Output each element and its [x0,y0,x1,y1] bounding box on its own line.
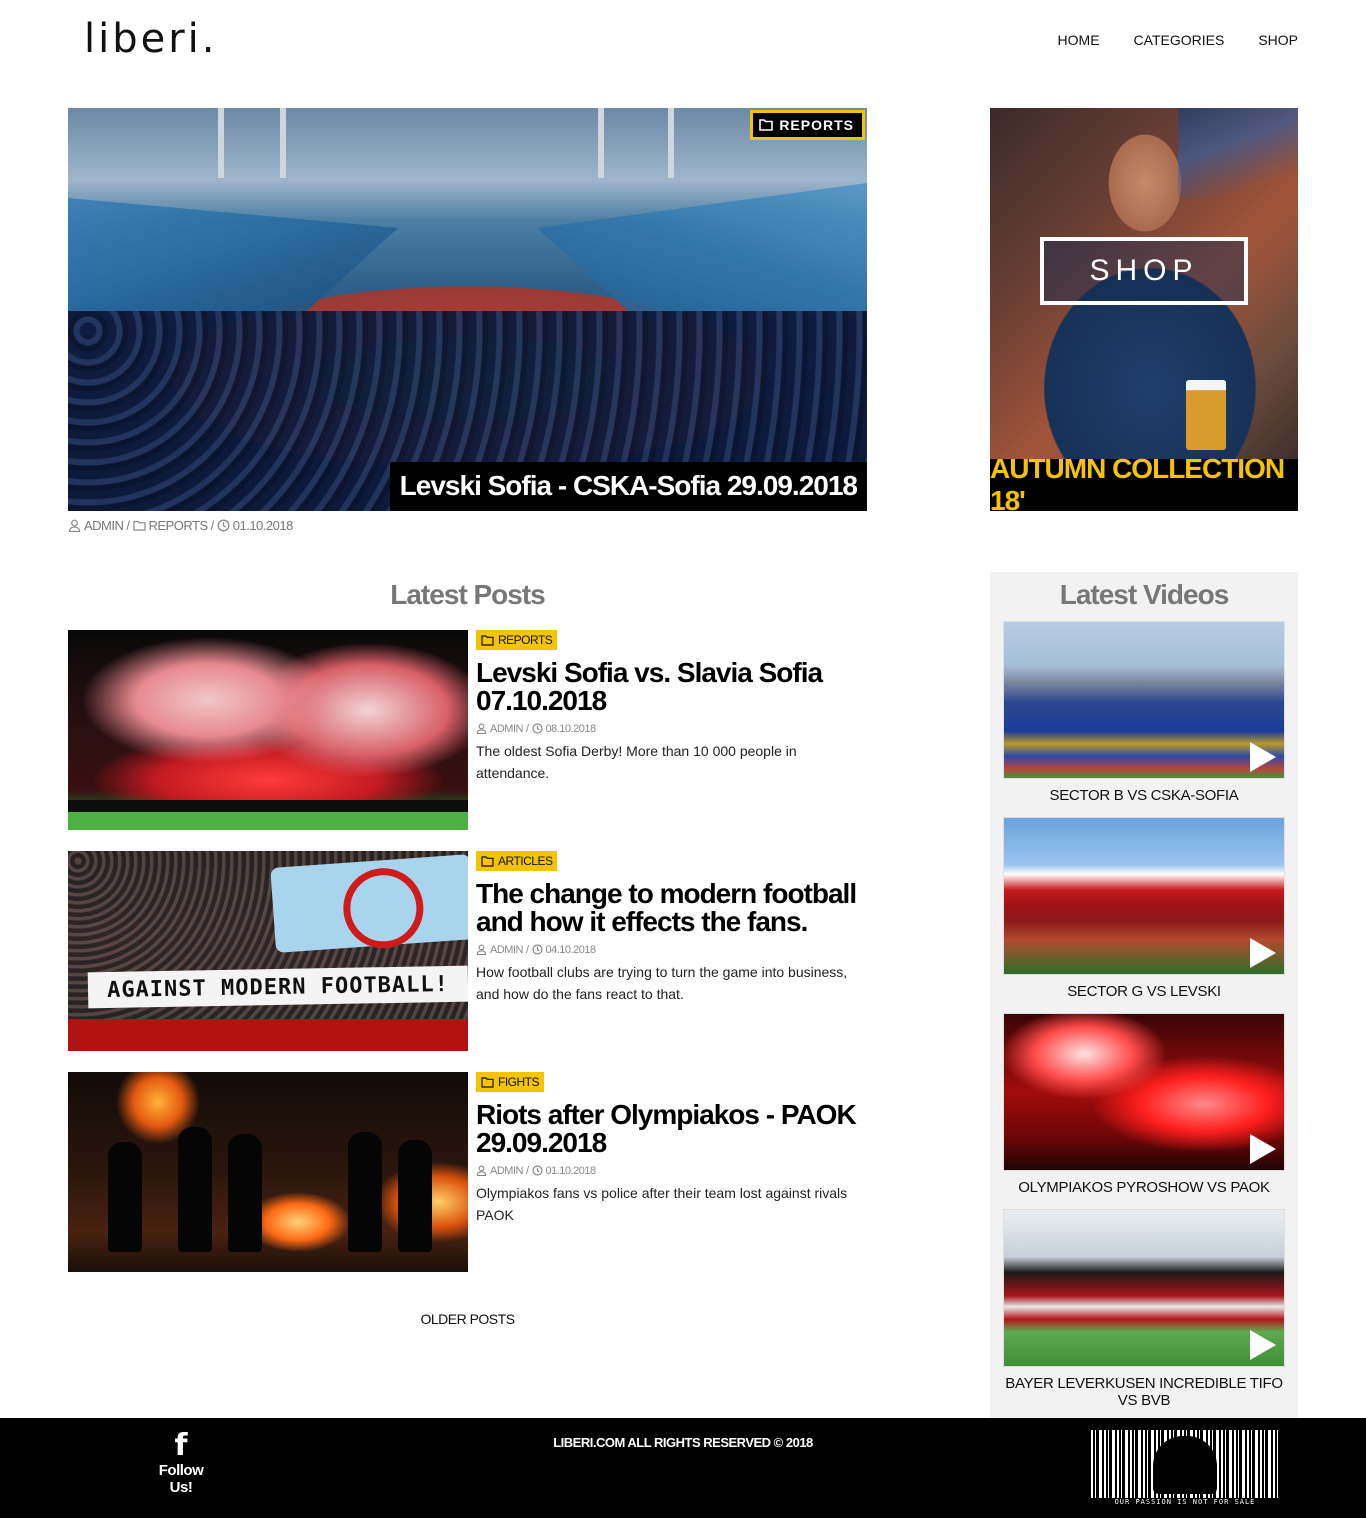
post-excerpt: The oldest Sofia Derby! More than 10 000… [476,742,797,781]
stadium-stand-right [537,183,867,318]
post-category-badge[interactable]: FIGHTS [476,1072,544,1092]
post-meta: ADMIN / 01.10.2018 [476,1165,866,1177]
user-icon [476,723,487,734]
latest-videos-heading: Latest Videos [1059,579,1230,610]
video-thumbnail[interactable] [1003,817,1285,975]
red-banner [68,1019,468,1051]
folder-icon [481,1076,494,1088]
post-category-label: FIGHTS [498,1075,540,1089]
advertising-board [68,800,468,812]
featured-post-title[interactable]: Levski Sofia - CSKA-Sofia 29.09.2018 [389,462,867,511]
riot-police-figure [108,1142,142,1252]
video-item: SECTOR G VS LEVSKI [1003,817,1285,1000]
post-card: FIGHTS Riots after Olympiakos - PAOK 29.… [68,1072,867,1272]
featured-category-label: REPORTS [779,117,854,133]
folder-icon [481,634,494,646]
floodlight-tower [280,108,286,178]
follow-us-label[interactable]: Follow Us! [150,1462,212,1496]
main-nav: HOME CATEGORIES SHOP [1058,32,1298,48]
riot-police-figure [228,1134,262,1252]
user-icon [476,944,487,955]
post-title[interactable]: Levski Sofia vs. Slavia Sofia 07.10.2018 [476,658,866,715]
post-author[interactable]: ADMIN [490,944,523,956]
post-card: AGAINST MODERN FOOTBALL! ARTICLES The ch… [68,851,867,1051]
post-thumbnail[interactable] [68,630,468,830]
post-category-badge[interactable]: REPORTS [476,630,558,650]
post-title[interactable]: Riots after Olympiakos - PAOK 29.09.2018 [476,1100,866,1157]
meta-date: 01.10.2018 [232,518,294,533]
video-title[interactable]: BAYER LEVERKUSEN INCREDIBLE TIFO VS BVB [1003,1375,1285,1409]
post-category-badge[interactable]: ARTICLES [476,851,558,871]
post-date: 01.10.2018 [545,1164,597,1177]
folder-icon [759,119,774,131]
latest-posts-heading: Latest Posts [390,579,546,610]
play-icon[interactable] [1250,742,1276,772]
video-thumbnail[interactable] [1003,621,1285,779]
play-icon[interactable] [1250,1134,1276,1164]
site-logo[interactable]: liberi. [84,16,218,62]
post-excerpt: Olympiakos fans vs police after their te… [476,1184,848,1223]
post-card: REPORTS Levski Sofia vs. Slavia Sofia 07… [68,630,867,830]
post-thumbnail[interactable]: AGAINST MODERN FOOTBALL! [68,851,468,1051]
post-category-label: ARTICLES [498,854,553,868]
floodlight-tower [668,108,674,178]
meta-author[interactable]: ADMIN [84,518,124,533]
play-icon[interactable] [1250,1330,1276,1360]
folder-icon [132,520,146,531]
meta-category[interactable]: REPORTS [149,518,209,533]
older-posts-link[interactable]: OLDER POSTS [68,1311,867,1327]
riot-police-figure [348,1132,382,1252]
video-item: BAYER LEVERKUSEN INCREDIBLE TIFO VS BVB [1003,1209,1285,1409]
video-thumbnail[interactable] [1003,1209,1285,1367]
clock-icon [531,1165,543,1176]
neon-light [1178,108,1298,198]
nav-categories[interactable]: CATEGORIES [1134,32,1225,48]
video-thumbnail[interactable] [1003,1013,1285,1171]
video-title[interactable]: SECTOR B VS CSKA-SOFIA [1003,787,1285,804]
folder-icon [481,855,494,867]
riot-police-figure [178,1127,212,1252]
clock-icon [217,519,230,532]
post-meta: ADMIN / 04.10.2018 [476,944,866,956]
post-meta: ADMIN / 08.10.2018 [476,723,866,735]
post-date: 08.10.2018 [545,722,597,735]
user-icon [476,1165,487,1176]
shop-banner[interactable]: SHOP AUTUMN COLLECTION 18' [990,108,1298,511]
clock-icon [531,723,543,734]
featured-post-meta: ADMIN / REPORTS / 01.10.2018 [68,518,293,533]
shop-button[interactable]: SHOP [1040,237,1248,305]
post-author[interactable]: ADMIN [490,723,523,735]
video-item: SECTOR B VS CSKA-SOFIA [1003,621,1285,804]
featured-post-image[interactable]: REPORTS Levski Sofia - CSKA-Sofia 29.09.… [68,108,867,511]
barcode-motto: OUR PASSION IS NOT FOR SALE [1091,1498,1279,1506]
fan-banner-text: AGAINST MODERN FOOTBALL! [87,965,468,1009]
featured-category-tag[interactable]: REPORTS [750,110,865,140]
post-excerpt: How football clubs are trying to turn th… [476,963,848,1002]
riot-police-figure [398,1140,432,1252]
pitch [68,812,468,830]
site-footer: f Follow Us! LIBERI.COM ALL RIGHTS RESER… [0,1418,1366,1518]
post-author[interactable]: ADMIN [490,1165,523,1177]
stadium-stand-left [68,198,398,318]
fan-silhouette [1153,1436,1217,1494]
clock-icon [531,944,543,955]
video-title[interactable]: SECTOR G VS LEVSKI [1003,983,1285,1000]
play-icon[interactable] [1250,938,1276,968]
video-item: OLYMPIAKOS PYROSHOW VS PAOK [1003,1013,1285,1196]
post-date: 04.10.2018 [545,943,597,956]
barcode-logo: OUR PASSION IS NOT FOR SALE [1091,1430,1279,1506]
latest-videos-panel: Latest Videos SECTOR B VS CSKA-SOFIA SEC… [990,572,1298,1418]
floodlight-tower [218,108,224,178]
user-icon [68,519,81,532]
nav-home[interactable]: HOME [1058,32,1100,48]
collection-label[interactable]: AUTUMN COLLECTION 18' [990,453,1298,511]
video-title[interactable]: OLYMPIAKOS PYROSHOW VS PAOK [1003,1179,1285,1196]
post-thumbnail[interactable] [68,1072,468,1272]
beer-glass [1186,380,1226,450]
fan-flag [270,854,468,953]
post-title[interactable]: The change to modern football and how it… [476,879,866,936]
nav-shop[interactable]: SHOP [1258,32,1298,48]
floodlight-tower [598,108,604,178]
post-category-label: REPORTS [498,633,553,647]
